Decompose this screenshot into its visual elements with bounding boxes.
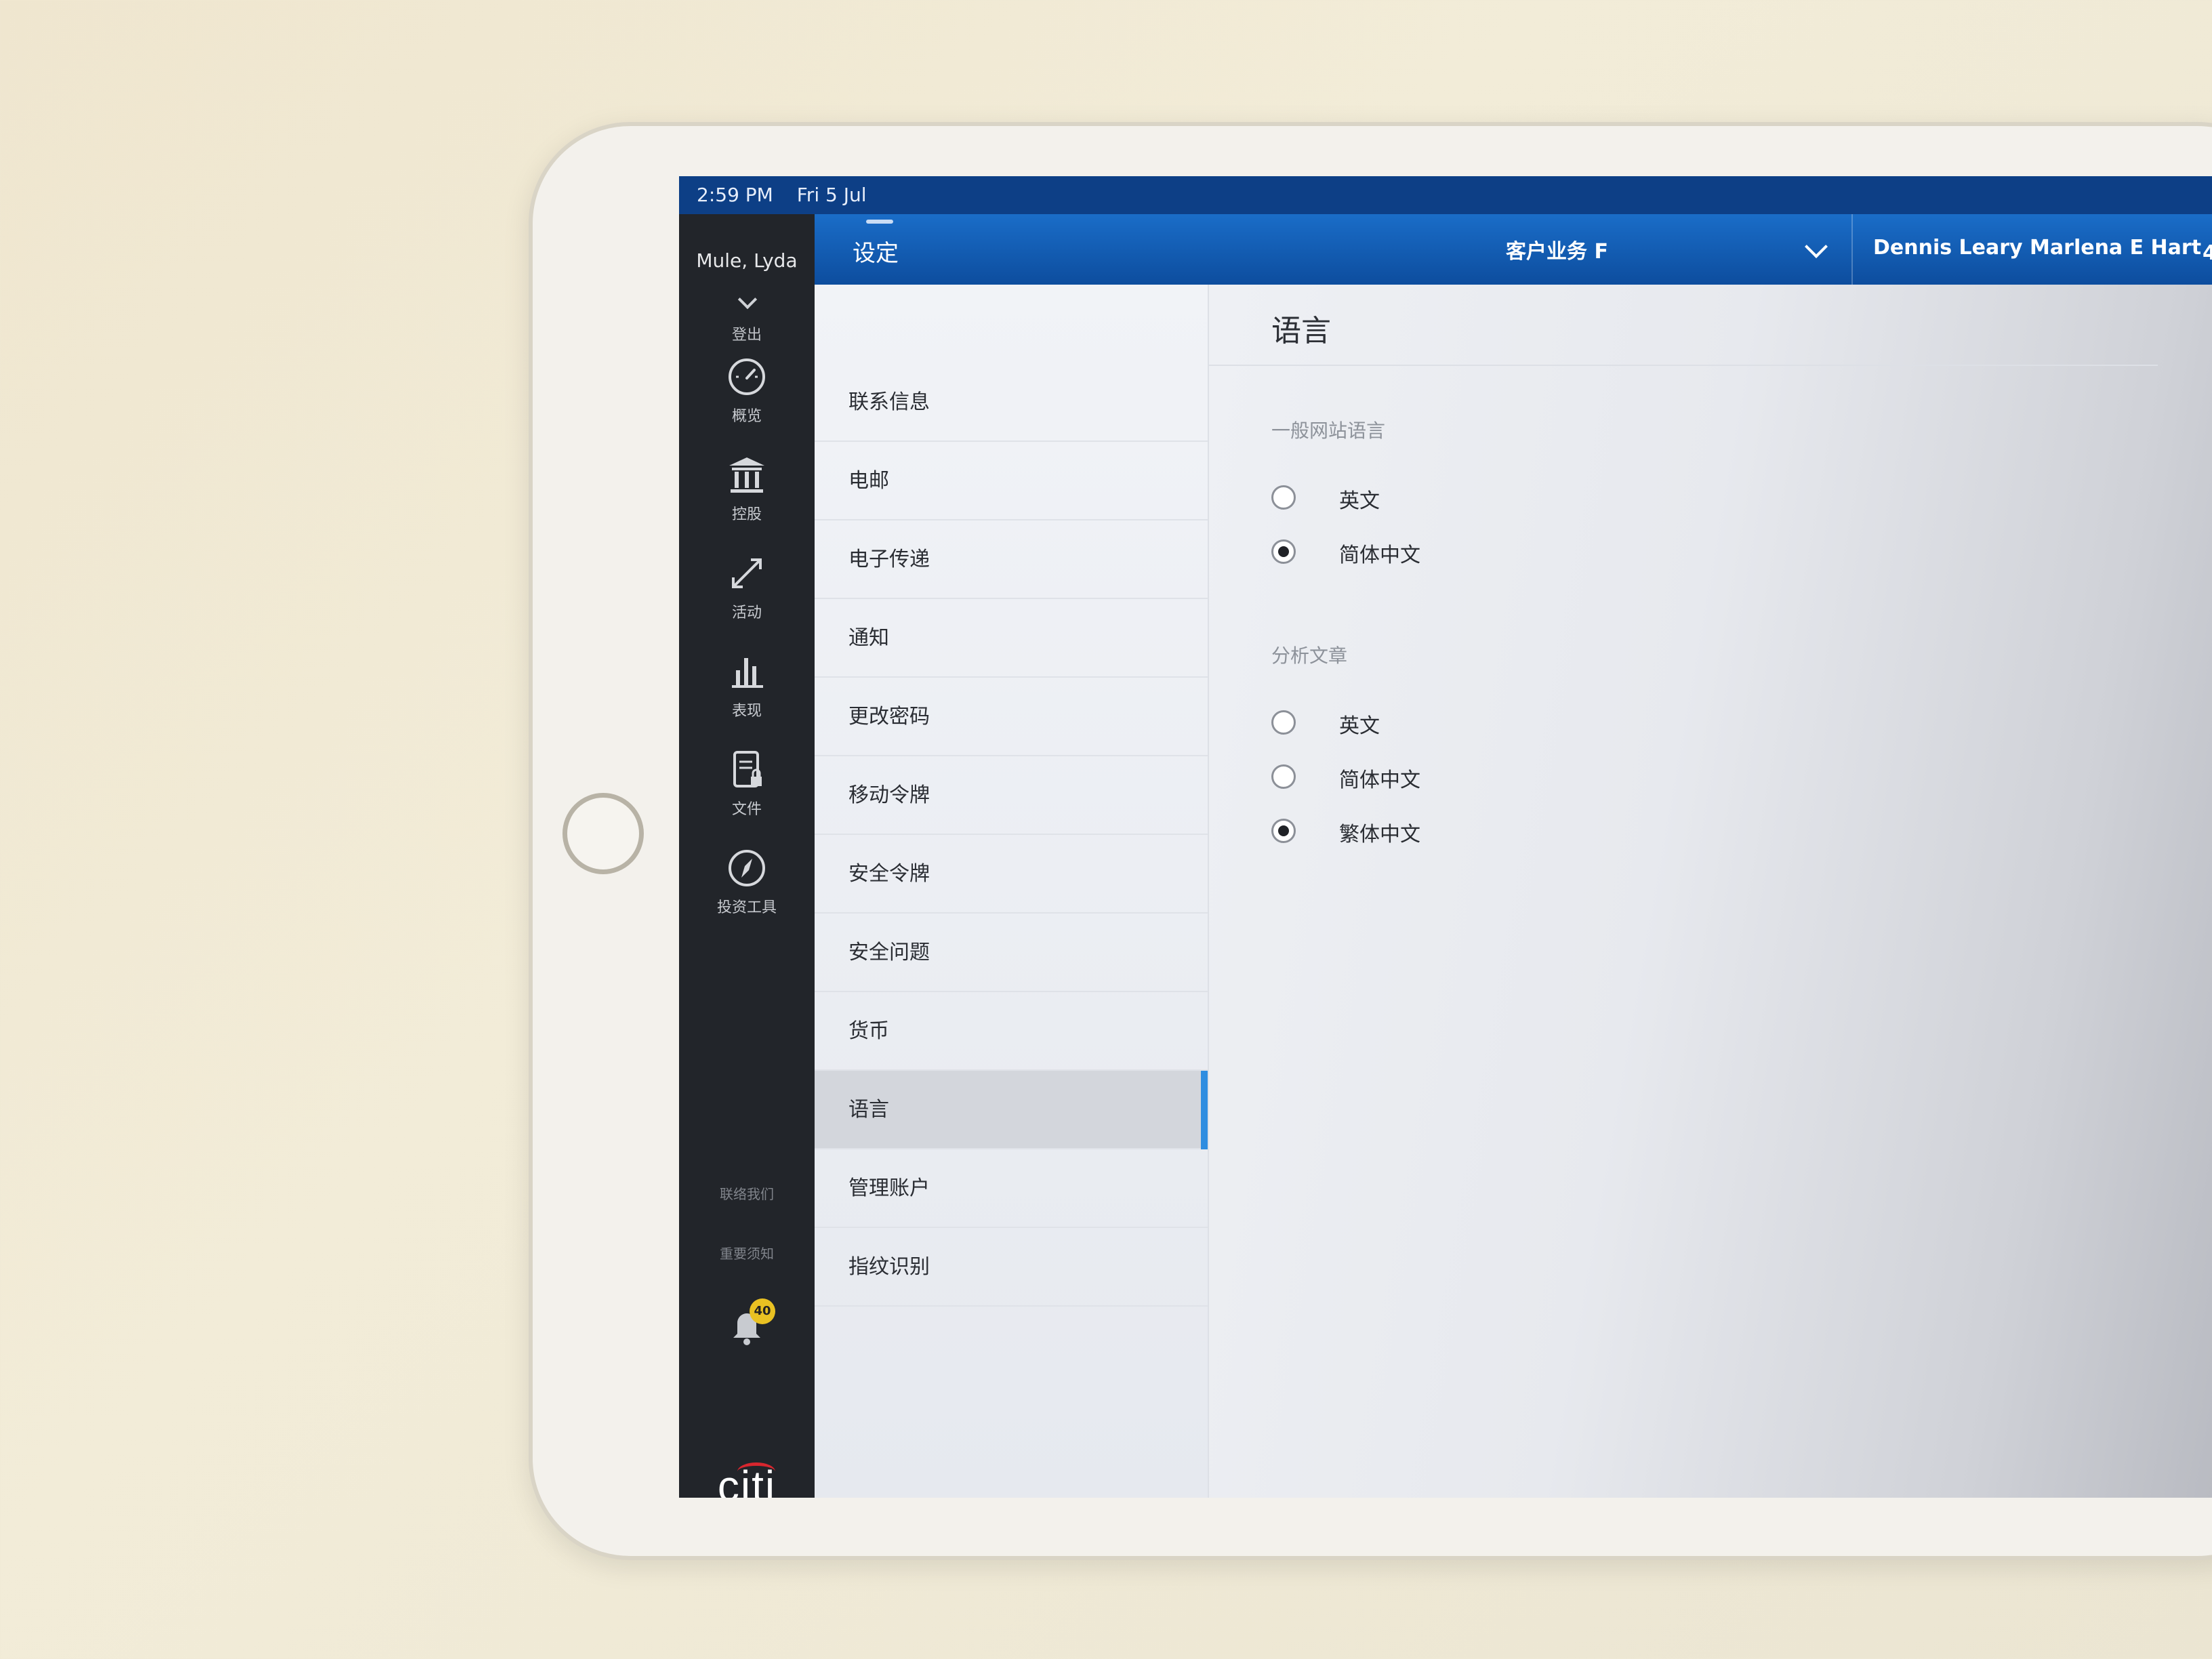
- sidebar-item-holdings[interactable]: 控股: [679, 455, 815, 524]
- menu-item-language[interactable]: 语言: [815, 1071, 1208, 1149]
- sidebar-item-label: 表现: [731, 703, 762, 720]
- status-time: 2:59 PM: [697, 184, 773, 206]
- radio-button[interactable]: [1271, 819, 1296, 843]
- user-name: Mule, Lyda: [696, 249, 798, 272]
- sidebar-item-investment-tools[interactable]: 投资工具: [679, 848, 815, 917]
- sidebar-item-label: 文件: [731, 801, 762, 818]
- menu-item-security-token[interactable]: 安全令牌: [815, 835, 1208, 914]
- app-screen: 2:59 PM Fri 5 Jul 设定 客户业务 F Dennis Leary…: [679, 176, 2212, 1498]
- menu-item-manage-accounts[interactable]: 管理账户: [815, 1149, 1208, 1228]
- sidebar-item-activity[interactable]: 活动: [679, 553, 815, 622]
- logo-arc: [737, 1462, 775, 1481]
- sidebar: Mule, Lyda 登出 概览 控股 活动 表现 文件 投资工具 联络我们 重…: [679, 214, 815, 1498]
- chevron-down-icon[interactable]: [737, 289, 758, 310]
- radio-label: 简体中文: [1339, 769, 1420, 792]
- status-bar: 2:59 PM Fri 5 Jul: [679, 176, 2212, 214]
- radio-button[interactable]: [1271, 764, 1296, 789]
- radio-label: 简体中文: [1339, 544, 1420, 567]
- menu-item-fingerprint[interactable]: 指纹识别: [815, 1228, 1208, 1307]
- menu-item-notifications[interactable]: 通知: [815, 599, 1208, 678]
- arrows-icon: [732, 558, 762, 588]
- menu-item-email[interactable]: 电邮: [815, 442, 1208, 520]
- important-notice-link[interactable]: 重要须知: [679, 1243, 815, 1263]
- radio-button[interactable]: [1271, 485, 1296, 510]
- bar-chart-icon: [732, 658, 763, 688]
- citi-logo: citi: [679, 1461, 815, 1498]
- menu-item-currency[interactable]: 货币: [815, 992, 1208, 1071]
- document-lock-icon: [733, 751, 762, 787]
- radio-button[interactable]: [1271, 710, 1296, 735]
- sidebar-item-documents[interactable]: 文件: [679, 750, 815, 819]
- menu-item-contact-info[interactable]: 联系信息: [815, 363, 1208, 442]
- website-language-label: 一般网站语言: [1271, 419, 1386, 442]
- sidebar-item-label: 活动: [731, 605, 762, 621]
- menu-item-e-delivery[interactable]: 电子传递: [815, 520, 1208, 599]
- menu-item-mobile-token[interactable]: 移动令牌: [815, 756, 1208, 835]
- menu-item-security-questions[interactable]: 安全问题: [815, 914, 1208, 992]
- account-holder-names[interactable]: Dennis Leary Marlena E Hart: [1873, 236, 2201, 260]
- radio-label: 英文: [1339, 489, 1380, 513]
- home-button[interactable]: [562, 793, 644, 874]
- status-date: Fri 5 Jul: [796, 184, 867, 206]
- radio-label: 繁体中文: [1339, 823, 1420, 846]
- sidebar-item-performance[interactable]: 表现: [679, 651, 815, 720]
- sidebar-item-label: 控股: [731, 506, 762, 523]
- client-select-label: 客户业务 F: [1506, 240, 1608, 264]
- chevron-down-icon: [1805, 235, 1828, 258]
- header-divider: [1851, 214, 1853, 285]
- language-settings-panel: 语言 一般网站语言 英文 简体中文 分析文章 英文 简体中文 繁体中文: [1209, 285, 2212, 1498]
- section-title: 语言: [1271, 314, 1331, 348]
- client-select[interactable]: 客户业务 F: [1506, 214, 1828, 285]
- radio-button[interactable]: [1271, 539, 1296, 564]
- logout-button[interactable]: 登出: [679, 323, 815, 344]
- contact-us-link[interactable]: 联络我们: [679, 1183, 815, 1203]
- drag-handle-icon[interactable]: [866, 220, 893, 224]
- menu-item-change-password[interactable]: 更改密码: [815, 678, 1208, 756]
- notification-badge: 40: [750, 1298, 775, 1324]
- bank-icon: [729, 457, 764, 493]
- sidebar-item-label: 概览: [731, 408, 762, 425]
- header-bar: 设定 客户业务 F Dennis Leary Marlena E Hart 4 …: [815, 214, 2212, 285]
- gauge-icon: [729, 359, 765, 395]
- analysis-articles-label: 分析文章: [1271, 644, 1348, 667]
- sidebar-item-overview[interactable]: 概览: [679, 356, 815, 426]
- radio-label: 英文: [1339, 714, 1380, 738]
- title-divider: [1209, 365, 2158, 366]
- compass-icon: [729, 850, 765, 886]
- settings-menu: 联系信息 电邮 电子传递 通知 更改密码 移动令牌 安全令牌 安全问题 货币 语…: [815, 285, 1209, 1498]
- sidebar-item-label: 投资工具: [716, 899, 777, 916]
- page-title: 设定: [853, 240, 899, 267]
- account-count[interactable]: 4 帐户: [2203, 236, 2212, 266]
